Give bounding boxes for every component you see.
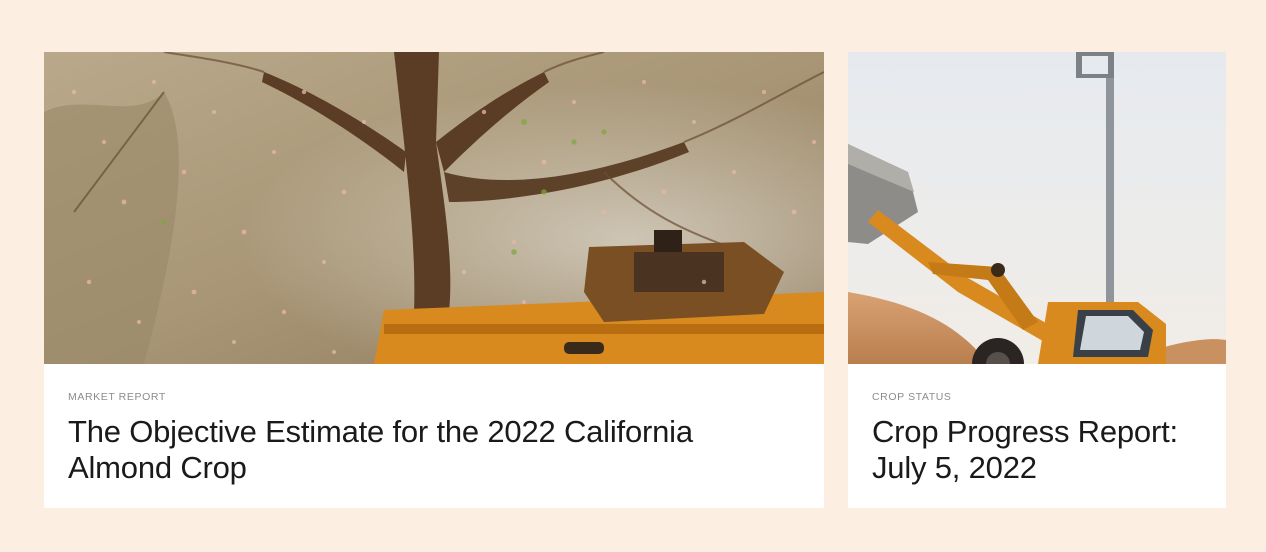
tree-shaker-image [44, 52, 824, 364]
front-loader-image [848, 52, 1226, 364]
loader-photo[interactable] [848, 52, 1226, 364]
article-card-market-report[interactable]: MARKET REPORT The Objective Estimate for… [44, 52, 824, 508]
article-card-crop-status[interactable]: CROP STATUS Crop Progress Report: July 5… [848, 52, 1226, 508]
article-title[interactable]: Crop Progress Report: July 5, 2022 [872, 414, 1202, 486]
almond-harvest-photo[interactable] [44, 52, 824, 364]
category-label: MARKET REPORT [68, 391, 166, 403]
card-content: MARKET REPORT The Objective Estimate for… [68, 364, 800, 486]
category-label: CROP STATUS [872, 391, 952, 403]
article-title[interactable]: The Objective Estimate for the 2022 Cali… [68, 414, 800, 486]
card-content: CROP STATUS Crop Progress Report: July 5… [872, 364, 1202, 486]
